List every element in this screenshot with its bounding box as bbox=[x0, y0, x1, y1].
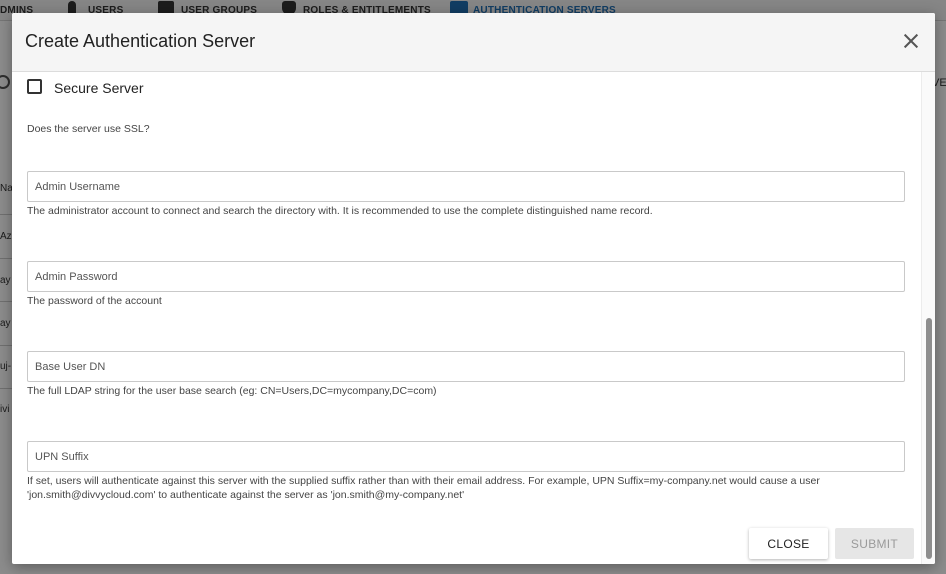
modal-body: Secure Server Does the server use SSL? T… bbox=[12, 72, 920, 564]
close-button[interactable]: CLOSE bbox=[749, 528, 828, 559]
admin-username-field[interactable] bbox=[27, 171, 905, 202]
admin-username-help: The administrator account to connect and… bbox=[27, 205, 653, 217]
admin-username-input[interactable] bbox=[28, 172, 904, 201]
upn-suffix-help-line-2: 'jon.smith@divvycloud.com' to authentica… bbox=[27, 489, 465, 501]
admin-password-input[interactable] bbox=[28, 262, 904, 291]
upn-suffix-help-line-1: If set, users will authenticate against … bbox=[27, 475, 820, 487]
base-user-dn-input[interactable] bbox=[28, 352, 904, 381]
secure-server-help: Does the server use SSL? bbox=[27, 123, 150, 135]
scrollbar-thumb[interactable] bbox=[926, 318, 932, 559]
admin-password-field[interactable] bbox=[27, 261, 905, 292]
submit-button[interactable]: SUBMIT bbox=[835, 528, 914, 559]
secure-server-label: Secure Server bbox=[54, 80, 144, 96]
create-auth-server-modal: Create Authentication Server Secure Serv… bbox=[12, 13, 935, 564]
upn-suffix-input[interactable] bbox=[28, 442, 904, 471]
secure-server-checkbox[interactable] bbox=[27, 79, 42, 94]
modal-title: Create Authentication Server bbox=[25, 31, 256, 51]
base-user-dn-help: The full LDAP string for the user base s… bbox=[27, 385, 437, 397]
modal-header: Create Authentication Server bbox=[12, 13, 935, 72]
admin-password-help: The password of the account bbox=[27, 295, 162, 307]
close-icon[interactable] bbox=[901, 31, 921, 51]
modal-scrollbar[interactable] bbox=[921, 72, 935, 564]
base-user-dn-field[interactable] bbox=[27, 351, 905, 382]
upn-suffix-field[interactable] bbox=[27, 441, 905, 472]
